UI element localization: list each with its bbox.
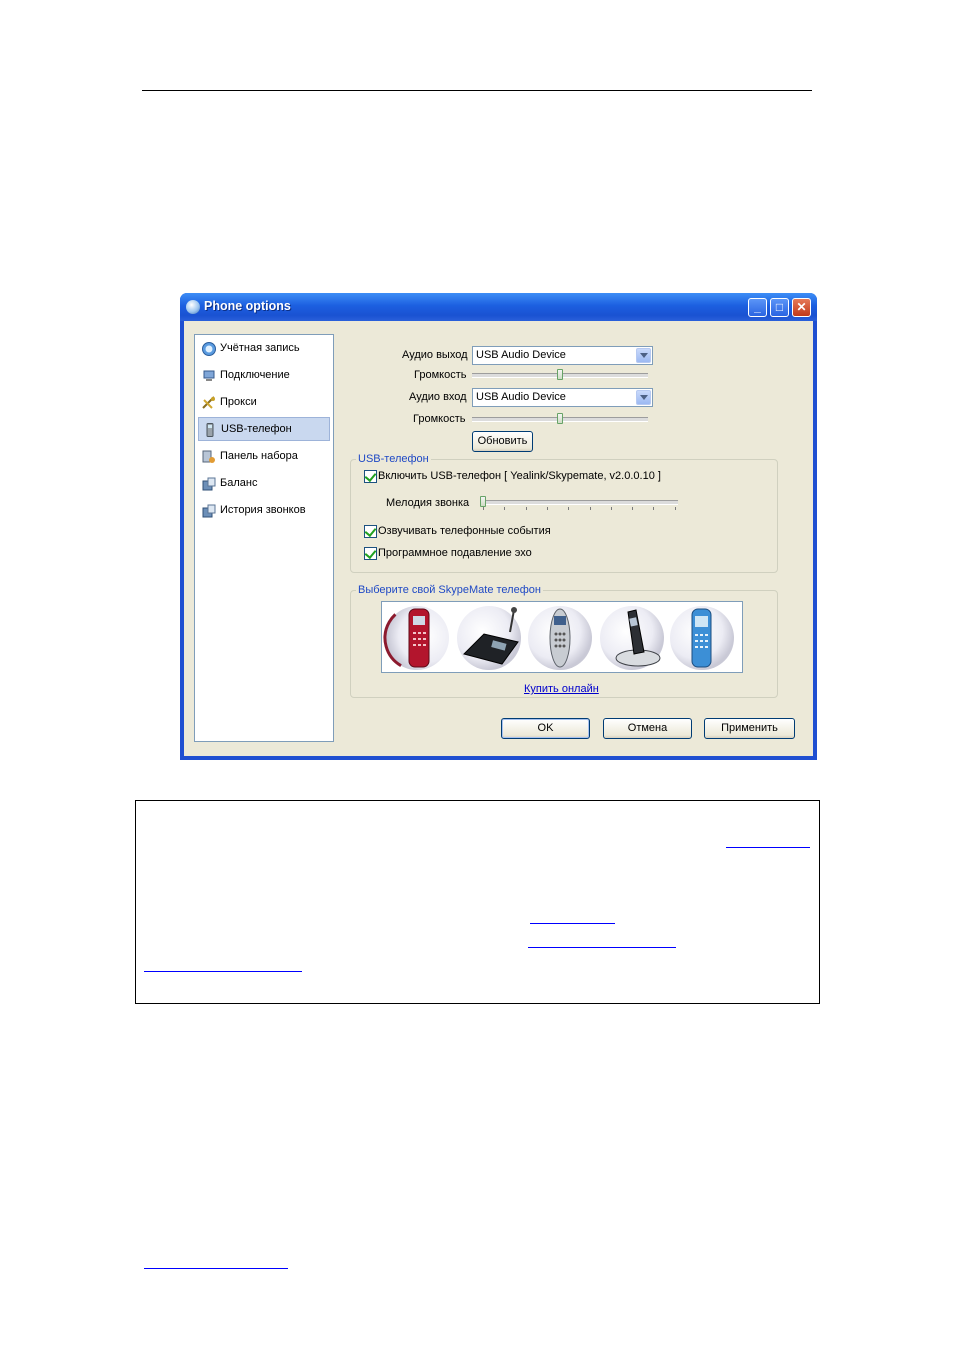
audio-input-label: Аудио вход xyxy=(409,391,467,403)
nav-item-balance[interactable]: Баланс xyxy=(198,472,330,496)
nav-item-call-history[interactable]: История звонков xyxy=(198,499,330,523)
nav-item-dialpad[interactable]: Панель набора xyxy=(198,445,330,469)
check-icon xyxy=(364,546,377,560)
nav-item-label: Прокси xyxy=(220,396,257,408)
link-underline[interactable] xyxy=(144,971,302,972)
ringtone-tick xyxy=(483,507,484,510)
nav-item-account[interactable]: Учётная запись xyxy=(198,337,330,361)
audio-input-value: USB Audio Device xyxy=(476,391,566,403)
usb-phone-group-title: USB-телефон xyxy=(356,453,431,465)
nav-item-usb-phone[interactable]: USB-телефон xyxy=(198,417,330,441)
cancel-button[interactable]: Отмена xyxy=(603,718,692,739)
nav-item-label: Панель набора xyxy=(220,450,298,462)
page-header-rule xyxy=(142,90,812,91)
output-volume-thumb[interactable] xyxy=(557,369,563,380)
link-underline[interactable] xyxy=(144,1268,288,1269)
audio-input-select[interactable]: USB Audio Device xyxy=(472,388,653,407)
ringtone-tick xyxy=(653,507,655,510)
audio-output-select[interactable]: USB Audio Device xyxy=(472,346,653,365)
check-icon xyxy=(364,524,377,538)
echo-cancel-checkbox[interactable] xyxy=(364,546,377,560)
refresh-button[interactable]: Обновить xyxy=(472,431,533,452)
skypemate-group-title: Выберите свой SkypeMate телефон xyxy=(356,584,543,596)
proxy-icon xyxy=(202,396,215,409)
ringtone-tick xyxy=(525,507,527,510)
nav-item-label: История звонков xyxy=(220,504,306,516)
enable-usb-label[interactable]: Включить USB-телефон [ Yealink/Skypemate… xyxy=(378,470,661,482)
account-icon xyxy=(202,342,216,356)
chevron-down-icon[interactable] xyxy=(636,348,651,363)
echo-cancel-label[interactable]: Программное подавление эхо xyxy=(378,547,532,559)
output-volume-label: Громкость xyxy=(414,369,467,381)
title-bar[interactable]: Phone options _ □ ✕ xyxy=(180,293,817,321)
minimize-button[interactable]: _ xyxy=(748,298,767,317)
announce-events-label[interactable]: Озвучивать телефонные события xyxy=(378,525,551,537)
link-underline[interactable] xyxy=(530,923,615,924)
skype-app-icon xyxy=(186,300,200,314)
nav-item-label: USB-телефон xyxy=(221,423,292,435)
ringtone-tick xyxy=(674,507,676,510)
note-frame xyxy=(135,800,820,1004)
nav-item-label: Подключение xyxy=(220,369,290,381)
buy-online-link[interactable]: Купить онлайн xyxy=(524,683,599,695)
input-volume-thumb[interactable] xyxy=(557,413,563,424)
input-volume-label: Громкость xyxy=(413,413,466,425)
ringtone-thumb[interactable] xyxy=(480,496,486,507)
chevron-down-icon[interactable] xyxy=(636,390,651,405)
dialog-client-area: Учётная запись Подключение Прокси USB-те… xyxy=(184,321,813,756)
connection-icon xyxy=(203,370,215,381)
skypemate-phones-image xyxy=(383,604,734,672)
ringtone-tick xyxy=(546,507,548,510)
balance-icon xyxy=(202,477,216,491)
dialpad-icon xyxy=(202,450,215,463)
maximize-button[interactable]: □ xyxy=(770,298,789,317)
nav-item-connection[interactable]: Подключение xyxy=(198,364,330,388)
ringtone-label: Мелодия звонка xyxy=(386,497,470,509)
ringtone-track[interactable] xyxy=(480,500,678,505)
apply-button[interactable]: Применить xyxy=(704,718,795,739)
ringtone-tick xyxy=(504,507,506,510)
ok-button[interactable]: OK xyxy=(501,718,590,739)
usb-phone-icon xyxy=(206,423,214,437)
audio-output-value: USB Audio Device xyxy=(476,349,566,361)
ringtone-tick xyxy=(568,507,570,510)
ringtone-tick xyxy=(632,507,634,510)
call-history-icon xyxy=(202,504,216,518)
link-underline[interactable] xyxy=(726,847,810,848)
ringtone-tick xyxy=(610,507,612,510)
ringtone-tick xyxy=(589,507,591,510)
skypemate-phones-panel[interactable] xyxy=(381,601,743,673)
nav-item-proxy[interactable]: Прокси xyxy=(198,391,330,415)
check-icon xyxy=(364,469,377,483)
audio-output-label: Аудио выход xyxy=(402,349,468,361)
nav-item-label: Учётная запись xyxy=(220,342,300,354)
link-underline[interactable] xyxy=(528,947,676,948)
close-button[interactable]: ✕ xyxy=(792,298,811,317)
nav-item-label: Баланс xyxy=(220,477,258,489)
phone-options-window: Phone options _ □ ✕ Учётная запись Подкл… xyxy=(180,293,817,760)
window-title: Phone options xyxy=(204,299,291,313)
settings-nav-list: Учётная запись Подключение Прокси USB-те… xyxy=(194,334,334,742)
announce-events-checkbox[interactable] xyxy=(364,524,377,538)
enable-usb-checkbox[interactable] xyxy=(364,469,377,483)
